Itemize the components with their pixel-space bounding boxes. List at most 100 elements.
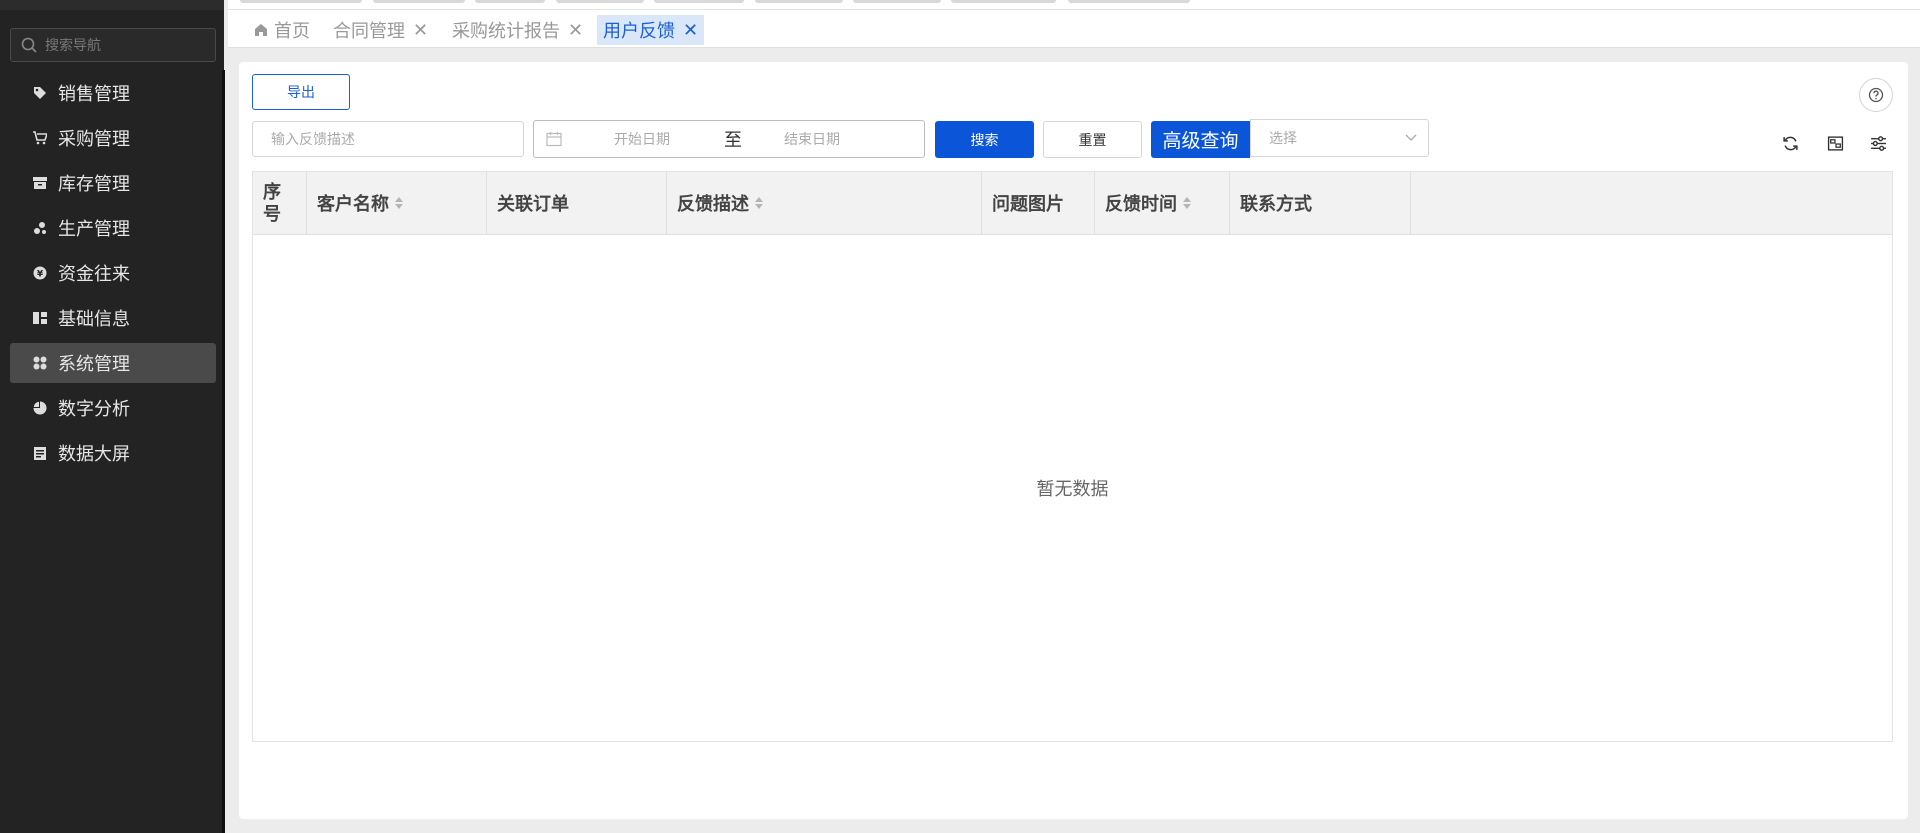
- question-icon: [1868, 87, 1884, 103]
- column-settings-button[interactable]: [1867, 132, 1889, 154]
- column-header-label: 客户名称: [317, 194, 389, 214]
- tab-label: 首页: [274, 21, 310, 41]
- sidebar-item-analysis[interactable]: 数字分析: [10, 388, 216, 428]
- column-header-contact: 联系方式: [1230, 172, 1411, 234]
- nav-search-input[interactable]: 搜索导航: [10, 28, 216, 62]
- main-panel: 导出 输入反馈描述 开始日期 至 结束日期 搜索 重置 高级查询 选择 序号 客…: [239, 62, 1908, 819]
- column-header-label: 序号: [263, 182, 281, 224]
- feedback-table: 序号 客户名称 关联订单 反馈描述 问题图片 反馈时间 联系方式 暂无数据: [252, 171, 1893, 742]
- density-icon: [1827, 135, 1843, 151]
- column-header-customer[interactable]: 客户名称: [307, 172, 487, 234]
- sidebar-item-label: 资金往来: [58, 264, 130, 284]
- sidebar-item-label: 库存管理: [58, 174, 130, 194]
- grid-dots-icon: [32, 355, 48, 371]
- date-range-separator: 至: [724, 130, 742, 150]
- clipboard-icon: [32, 445, 48, 461]
- column-header-label: 反馈描述: [677, 194, 749, 214]
- advanced-select-placeholder: 选择: [1269, 130, 1297, 146]
- blocks-icon: [32, 310, 48, 326]
- empty-state: 暂无数据: [253, 235, 1892, 741]
- nav-search-placeholder: 搜索导航: [45, 37, 101, 53]
- tab-label: 采购统计报告: [452, 21, 560, 41]
- sidebar-item-label: 采购管理: [58, 129, 130, 149]
- sidebar-nav: 销售管理 采购管理 库存管理 生产管理 ¥ 资金往来 基础信息 系统管理 数字分: [10, 73, 216, 478]
- column-header-order: 关联订单: [487, 172, 667, 234]
- search-icon: [21, 37, 37, 53]
- sidebar-item-label: 生产管理: [58, 219, 130, 239]
- sidebar-item-dashboard[interactable]: 数据大屏: [10, 433, 216, 473]
- archive-box-icon: [32, 175, 48, 191]
- column-header-label: 反馈时间: [1105, 194, 1177, 214]
- date-end-placeholder[interactable]: 结束日期: [784, 129, 840, 149]
- date-start-placeholder[interactable]: 开始日期: [614, 129, 724, 149]
- tab-home[interactable]: 首页: [248, 15, 316, 45]
- tab-label: 合同管理: [333, 21, 405, 41]
- pie-icon: [32, 400, 48, 416]
- sort-icon[interactable]: [395, 197, 403, 209]
- tag-icon: [32, 85, 48, 101]
- tab-contract-management[interactable]: 合同管理 ✕: [327, 15, 434, 45]
- export-button[interactable]: 导出: [252, 74, 350, 110]
- header-chip: [475, 0, 545, 3]
- sidebar-item-inventory[interactable]: 库存管理: [10, 163, 216, 203]
- header-chip: [654, 0, 744, 3]
- sidebar-item-label: 销售管理: [58, 84, 130, 104]
- close-icon[interactable]: ✕: [413, 20, 428, 41]
- header-chip: [853, 0, 941, 3]
- header-chip: [755, 0, 843, 3]
- column-header-label: 关联订单: [497, 194, 569, 214]
- svg-text:¥: ¥: [37, 270, 44, 280]
- refresh-button[interactable]: [1779, 132, 1801, 154]
- sort-icon[interactable]: [755, 197, 763, 209]
- help-button[interactable]: [1859, 78, 1893, 112]
- sidebar-item-basic-info[interactable]: 基础信息: [10, 298, 216, 338]
- tab-purchase-report[interactable]: 采购统计报告 ✕: [446, 15, 589, 45]
- reset-button[interactable]: 重置: [1043, 121, 1142, 158]
- header-chip: [556, 0, 644, 3]
- header-chip: [1068, 0, 1190, 3]
- close-icon[interactable]: ✕: [568, 20, 583, 41]
- chevron-down-icon: [1405, 134, 1417, 141]
- home-icon: [255, 24, 267, 36]
- advanced-query-select[interactable]: 选择: [1250, 119, 1429, 157]
- date-range-picker[interactable]: 开始日期 至 结束日期: [533, 120, 925, 158]
- sidebar-item-system[interactable]: 系统管理: [10, 343, 216, 383]
- tab-user-feedback[interactable]: 用户反馈 ✕: [597, 15, 705, 45]
- nodes-icon: [32, 220, 48, 236]
- sidebar-item-label: 基础信息: [58, 309, 130, 329]
- column-header-label: 问题图片: [992, 194, 1064, 214]
- calendar-icon: [546, 132, 562, 147]
- advanced-query-button[interactable]: 高级查询: [1151, 121, 1250, 158]
- sidebar-item-production[interactable]: 生产管理: [10, 208, 216, 248]
- sidebar-item-purchase[interactable]: 采购管理: [10, 118, 216, 158]
- sidebar-item-label: 数字分析: [58, 399, 130, 419]
- sidebar-item-funds[interactable]: ¥ 资金往来: [10, 253, 216, 293]
- sidebar-item-label: 系统管理: [58, 354, 130, 374]
- cart-icon: [32, 130, 48, 146]
- empty-state-text: 暂无数据: [1036, 479, 1109, 499]
- table-header: 序号 客户名称 关联订单 反馈描述 问题图片 反馈时间 联系方式: [253, 172, 1892, 235]
- top-header-strip: [228, 0, 1920, 10]
- column-header-seq: 序号: [253, 172, 307, 234]
- sidebar-top-strip: [0, 0, 224, 10]
- feedback-keyword-input[interactable]: 输入反馈描述: [252, 121, 524, 157]
- column-header-time[interactable]: 反馈时间: [1095, 172, 1230, 234]
- sidebar-edge: [222, 70, 225, 833]
- sidebar-item-sales[interactable]: 销售管理: [10, 73, 216, 113]
- sort-icon[interactable]: [1183, 197, 1191, 209]
- refresh-icon: [1782, 136, 1798, 150]
- column-header-image: 问题图片: [982, 172, 1095, 234]
- column-header-label: 联系方式: [1240, 194, 1312, 214]
- tab-label: 用户反馈: [603, 21, 675, 41]
- close-icon[interactable]: ✕: [683, 20, 698, 41]
- search-button[interactable]: 搜索: [935, 121, 1034, 158]
- density-button[interactable]: [1824, 132, 1846, 154]
- feedback-keyword-placeholder: 输入反馈描述: [271, 131, 355, 147]
- sidebar-item-label: 数据大屏: [58, 444, 130, 464]
- header-chip: [373, 0, 465, 3]
- header-chip: [951, 0, 1056, 3]
- header-chip: [240, 0, 362, 3]
- column-header-description[interactable]: 反馈描述: [667, 172, 982, 234]
- coin-icon: ¥: [32, 265, 48, 281]
- sidebar: 搜索导航 销售管理 采购管理 库存管理 生产管理 ¥ 资金往来 基础信息 系统管…: [0, 0, 225, 833]
